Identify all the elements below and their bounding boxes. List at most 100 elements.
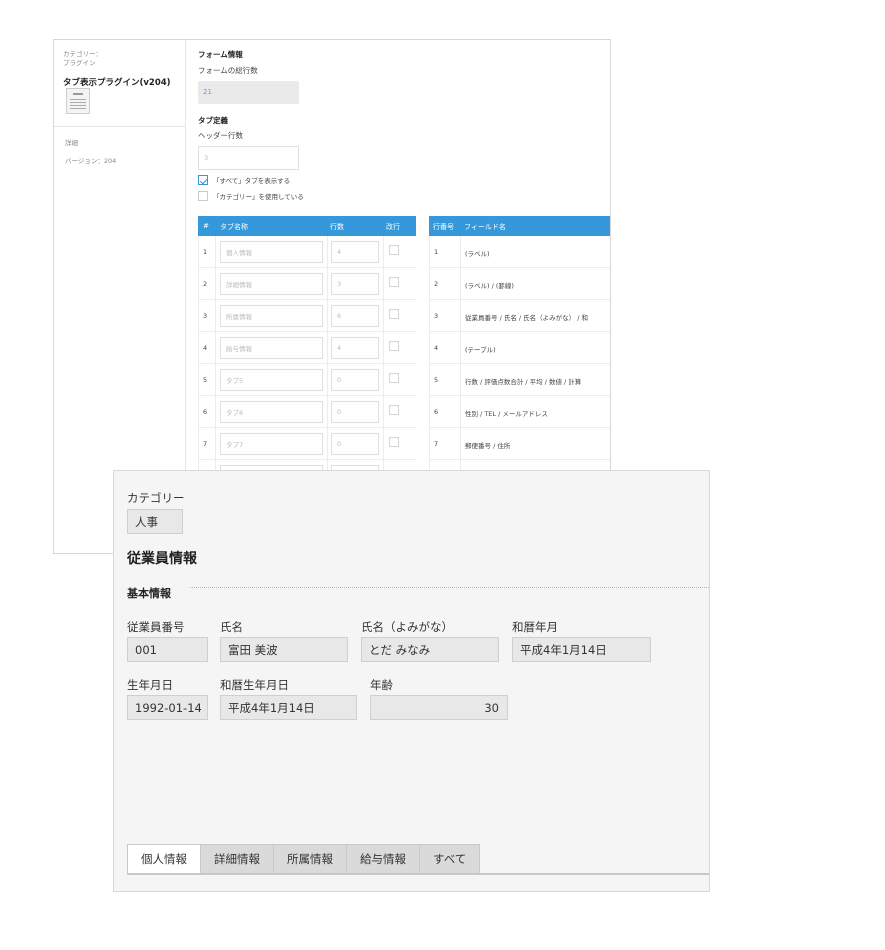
- total-rows-field: 21: [198, 81, 299, 104]
- tab-row-number: 7: [203, 440, 208, 448]
- col-rows: 行数: [330, 223, 344, 231]
- name-field: 富田 美波: [220, 637, 348, 662]
- field-names: (ラベル) / (罫線): [465, 282, 514, 290]
- tab-rows-input[interactable]: 4: [331, 337, 379, 359]
- total-rows-label: フォームの総行数: [198, 66, 258, 75]
- tab-rows-input[interactable]: 4: [331, 241, 379, 263]
- detail-label: 詳細: [65, 139, 78, 147]
- field-names: (ラベル): [465, 250, 490, 258]
- newline-checkbox[interactable]: [389, 277, 399, 287]
- version-text: バージョン：204: [65, 157, 117, 165]
- newline-checkbox[interactable]: [389, 437, 399, 447]
- tab-row-number: 5: [203, 376, 208, 384]
- record-title: 従業員情報: [127, 551, 197, 567]
- field-row-number: 2: [434, 280, 439, 288]
- use-category-option[interactable]: 「カテゴリー」を使用している: [198, 191, 304, 201]
- tab-name-input[interactable]: 個人情報: [220, 241, 323, 263]
- tab-table-row: 7 タブ7 0: [198, 428, 416, 460]
- field-row-number: 4: [434, 344, 439, 352]
- field-table-row: 3 従業員番号 / 氏名 / 氏名（よみがな） / 和: [429, 300, 610, 332]
- newline-checkbox[interactable]: [389, 405, 399, 415]
- tab-table-row: 1 個人情報 4: [198, 236, 416, 268]
- tab-row-number: 6: [203, 408, 208, 416]
- newline-checkbox[interactable]: [389, 341, 399, 351]
- field-names: 郵便番号 / 住所: [465, 442, 511, 450]
- tab-row-number: 2: [203, 280, 208, 288]
- use-category-checkbox[interactable]: [198, 191, 208, 201]
- employee-no-field: 001: [127, 637, 208, 662]
- newline-checkbox[interactable]: [389, 245, 399, 255]
- field-table-row: 1 (ラベル): [429, 236, 610, 268]
- tab-rows-input[interactable]: 6: [331, 305, 379, 327]
- tab-row-number: 3: [203, 312, 208, 320]
- record-tab-5[interactable]: すべて: [420, 844, 481, 874]
- show-all-label: 「すべて」タブを表示する: [213, 177, 291, 185]
- field-names: (テーブル): [465, 346, 496, 354]
- kana-label: 氏名（よみがな）: [361, 620, 453, 634]
- age-field: 30: [370, 695, 508, 720]
- section-label: 基本情報: [127, 587, 171, 600]
- field-table-row: 2 (ラベル) / (罫線): [429, 268, 610, 300]
- show-all-tab-option[interactable]: 「すべて」タブを表示する: [198, 175, 290, 185]
- header-rows-input[interactable]: 3: [198, 146, 299, 170]
- tab-def-heading: タブ定義: [198, 116, 228, 125]
- tab-table-header: # タブ名称 行数 改行: [198, 216, 416, 236]
- show-all-checkbox[interactable]: [198, 175, 208, 185]
- field-table-row: 6 性別 / TEL / メールアドレス: [429, 396, 610, 428]
- tab-table-row: 2 詳細情報 3: [198, 268, 416, 300]
- field-table-row: 4 (テーブル): [429, 332, 610, 364]
- record-tab-3[interactable]: 所属情報: [274, 844, 347, 874]
- use-category-label: 「カテゴリー」を使用している: [213, 193, 304, 201]
- tab-name-input[interactable]: 所属情報: [220, 305, 323, 327]
- tab-rows-input[interactable]: 0: [331, 433, 379, 455]
- field-row-number: 7: [434, 440, 439, 448]
- field-row-number: 5: [434, 376, 439, 384]
- tab-row-number: 4: [203, 344, 208, 352]
- wareki-birth-label: 和暦生年月日: [220, 678, 289, 692]
- field-table-row: 5 行数 / 評価点数合計 / 平均 / 数値 / 計算: [429, 364, 610, 396]
- tab-name-input[interactable]: 給与情報: [220, 337, 323, 359]
- tab-name-input[interactable]: タブ5: [220, 369, 323, 391]
- kana-field: とだ みなみ: [361, 637, 499, 662]
- form-info-heading: フォーム情報: [198, 50, 243, 59]
- col-tab-name: タブ名称: [220, 223, 248, 231]
- tab-name-input[interactable]: タブ6: [220, 401, 323, 423]
- field-row-number: 6: [434, 408, 439, 416]
- birth-label: 生年月日: [127, 678, 173, 692]
- tab-rows-input[interactable]: 0: [331, 401, 379, 423]
- tab-table-row: 4 給与情報 4: [198, 332, 416, 364]
- tab-name-input[interactable]: 詳細情報: [220, 273, 323, 295]
- age-label: 年齢: [370, 678, 393, 692]
- field-names: 性別 / TEL / メールアドレス: [465, 410, 548, 418]
- name-label: 氏名: [220, 620, 243, 634]
- tab-table-row: 5 タブ5 0: [198, 364, 416, 396]
- category-field-label: カテゴリー: [127, 491, 185, 505]
- employee-no-label: 従業員番号: [127, 620, 185, 634]
- plugin-thumbnail-icon: [66, 88, 90, 114]
- plugin-name: タブ表示プラグイン(v204): [63, 78, 171, 88]
- newline-checkbox[interactable]: [389, 309, 399, 319]
- record-tab-1[interactable]: 個人情報: [127, 844, 201, 874]
- field-row-number: 1: [434, 248, 439, 256]
- tab-row-number: 1: [203, 248, 208, 256]
- field-table-row: 7 郵便番号 / 住所: [429, 428, 610, 460]
- record-window: カテゴリー 人事 従業員情報 基本情報 従業員番号 001 氏名 富田 美波 氏…: [113, 470, 710, 892]
- wareki-label: 和暦年月: [512, 620, 558, 634]
- section-divider: [190, 587, 709, 588]
- record-tab-4[interactable]: 給与情報: [347, 844, 420, 874]
- sidebar-divider: [54, 126, 185, 127]
- record-tab-2[interactable]: 詳細情報: [201, 844, 274, 874]
- tab-table-row: 3 所属情報 6: [198, 300, 416, 332]
- field-table-header: 行番号 フィールド名: [429, 216, 610, 236]
- wareki-field: 平成4年1月14日: [512, 637, 651, 662]
- field-row-number: 3: [434, 312, 439, 320]
- tab-bar-underline: [127, 873, 709, 875]
- tab-rows-input[interactable]: 3: [331, 273, 379, 295]
- tab-name-input[interactable]: タブ7: [220, 433, 323, 455]
- field-names: 従業員番号 / 氏名 / 氏名（よみがな） / 和: [465, 314, 588, 322]
- category-field-value: 人事: [127, 509, 183, 534]
- newline-checkbox[interactable]: [389, 373, 399, 383]
- tab-rows-input[interactable]: 0: [331, 369, 379, 391]
- wareki-birth-field: 平成4年1月14日: [220, 695, 357, 720]
- tab-table-row: 6 タブ6 0: [198, 396, 416, 428]
